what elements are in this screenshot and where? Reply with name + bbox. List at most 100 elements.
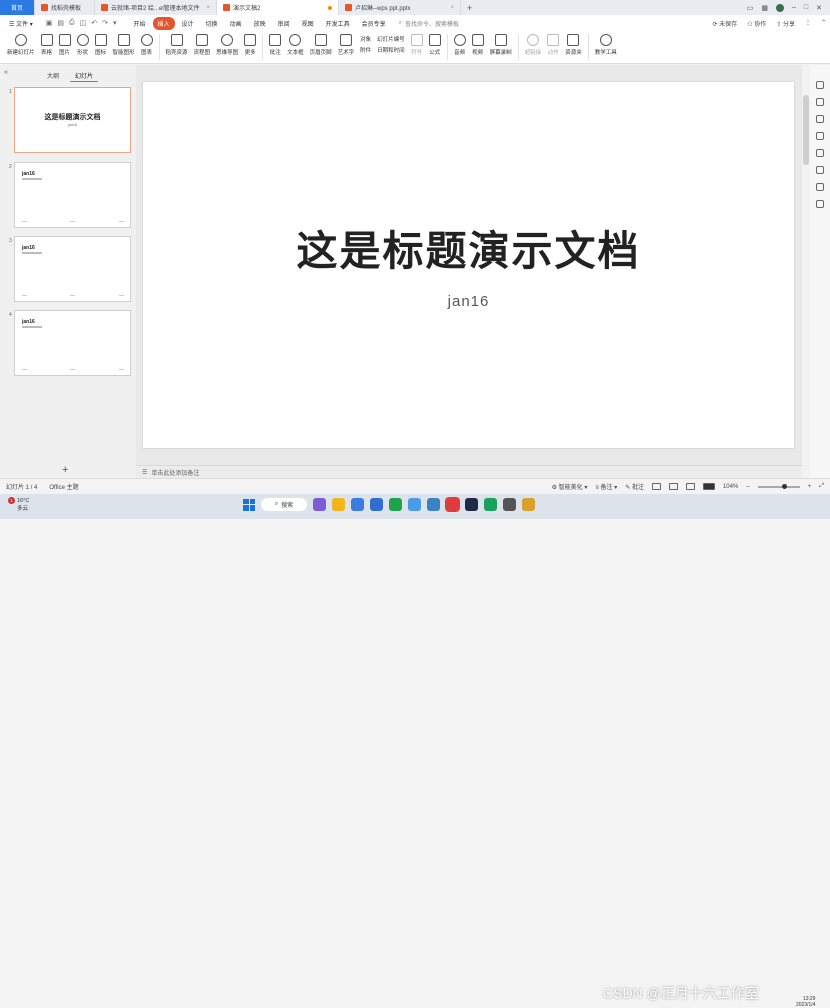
notes-toggle-button[interactable]: ≡ 备注 ▾ bbox=[595, 482, 617, 491]
more-button[interactable]: 更多 bbox=[241, 34, 259, 56]
pin-icon[interactable] bbox=[816, 81, 824, 89]
weather-widget[interactable]: 1 16°C 多云 bbox=[8, 497, 29, 513]
taskbar-app-icon[interactable] bbox=[313, 498, 326, 511]
menu-design[interactable]: 设计 bbox=[177, 17, 199, 30]
slide-thumbnail[interactable]: jan16 bbox=[14, 162, 131, 228]
zoom-out-icon[interactable]: – bbox=[746, 484, 749, 490]
taskbar-search[interactable]: ⌕ 搜索 bbox=[261, 498, 307, 511]
minimize-icon[interactable]: – bbox=[792, 4, 796, 11]
formula-button[interactable]: 公式 bbox=[426, 34, 444, 56]
preview-icon[interactable]: ◫ bbox=[80, 19, 87, 27]
tab-docer-templates[interactable]: 找稻壳模板 bbox=[35, 0, 95, 15]
table-button[interactable]: 表格 bbox=[38, 34, 56, 56]
picture-button[interactable]: 图片 bbox=[56, 34, 74, 56]
fit-window-icon[interactable]: ⤢ bbox=[819, 483, 824, 490]
chart-button[interactable]: 图表 bbox=[138, 34, 156, 56]
more-menu-icon[interactable]: ⋮ bbox=[805, 19, 811, 28]
taskbar-app-icon[interactable] bbox=[408, 498, 421, 511]
taskbar-app-icon[interactable] bbox=[332, 498, 345, 511]
vertical-scrollbar[interactable] bbox=[802, 65, 810, 478]
menu-insert[interactable]: 插入 bbox=[152, 16, 175, 30]
undo-icon[interactable]: ↶ bbox=[91, 19, 97, 27]
shape-button[interactable]: 形状 bbox=[74, 34, 92, 56]
collapse-pane-icon[interactable]: « bbox=[4, 69, 8, 76]
close-window-icon[interactable]: ✕ bbox=[816, 4, 822, 12]
mindmap-button[interactable]: 思维导图 bbox=[213, 34, 241, 56]
menu-transition[interactable]: 切换 bbox=[201, 17, 223, 30]
symbol-button[interactable]: 符号 bbox=[408, 34, 426, 56]
tab-doc-project2[interactable]: 云就绪-项目2 绘...el管理本地文件 × bbox=[95, 0, 217, 15]
export-pdf-icon[interactable]: ▤ bbox=[57, 19, 64, 27]
avatar[interactable] bbox=[775, 3, 784, 12]
smartart-button[interactable]: 智能图形 bbox=[110, 34, 138, 56]
tab-slides[interactable]: 幻灯片 bbox=[70, 70, 99, 82]
zoom-slider-thumb[interactable] bbox=[781, 483, 787, 489]
normal-view-icon[interactable] bbox=[651, 483, 661, 490]
scrollbar-thumb[interactable] bbox=[803, 95, 809, 165]
taskbar-app-icon[interactable] bbox=[370, 498, 383, 511]
textbox-button[interactable]: 文本框 bbox=[284, 34, 307, 56]
flowchart-button[interactable]: 流程图 bbox=[191, 34, 214, 56]
notes-pane[interactable]: ☰ 单击此处添加备注 bbox=[136, 465, 802, 478]
docer-resource-button[interactable]: 稻壳资源 bbox=[163, 34, 191, 56]
reading-view-icon[interactable] bbox=[685, 483, 695, 490]
export-icon[interactable] bbox=[816, 166, 824, 174]
zoom-in-icon[interactable]: + bbox=[808, 484, 812, 490]
layout-icon[interactable]: ▭ bbox=[747, 4, 754, 12]
header-footer-button[interactable]: 页眉页脚 bbox=[307, 34, 335, 56]
taskbar-app-icon[interactable] bbox=[445, 497, 460, 512]
comment-button[interactable]: 批注 bbox=[266, 34, 284, 56]
slide-title[interactable]: 这是标题演示文档 bbox=[143, 217, 794, 277]
slide-thumbnail[interactable]: 这是标题演示文档 jan16 bbox=[14, 87, 131, 153]
print-icon[interactable]: ⎙ bbox=[69, 19, 75, 27]
share-button[interactable]: ⇪ 分享 bbox=[776, 19, 795, 28]
action-button[interactable]: 动作 bbox=[544, 34, 562, 56]
file-menu[interactable]: ☰ 文件 ▾ bbox=[4, 17, 38, 30]
menu-animation[interactable]: 动画 bbox=[225, 17, 247, 30]
tab-wps-ppt[interactable]: 卢招琳--wps ppt.pptx × bbox=[339, 0, 461, 15]
new-tab-button[interactable]: + bbox=[461, 0, 478, 15]
close-icon[interactable]: × bbox=[450, 5, 454, 11]
ribbon-small-button[interactable]: 幻灯片编号 bbox=[377, 35, 405, 43]
slide-thumbnail[interactable]: jan16 bbox=[14, 236, 131, 302]
comments-toggle-button[interactable]: ✎ 批注 bbox=[625, 482, 644, 491]
taskbar-app-icon[interactable] bbox=[427, 498, 440, 511]
command-search[interactable]: ⌕ 查找命令、搜索模板 bbox=[399, 19, 459, 28]
slide-thumbnail[interactable]: jan16 bbox=[14, 310, 131, 376]
resource-folder-button[interactable]: 资源夹 bbox=[562, 34, 585, 56]
current-slide[interactable]: 这是标题演示文档 jan16 bbox=[143, 82, 794, 448]
taskbar-app-icon[interactable] bbox=[503, 498, 516, 511]
taskbar-app-icon[interactable] bbox=[465, 498, 478, 511]
icon-button[interactable]: 图标 bbox=[92, 34, 110, 56]
chevron-down-icon[interactable]: ▾ bbox=[113, 19, 117, 27]
play-slideshow-icon[interactable] bbox=[702, 483, 715, 490]
unsaved-button[interactable]: ⟳ 未保存 bbox=[712, 19, 737, 28]
new-slide-button[interactable]: 新建幻灯片 bbox=[4, 34, 38, 56]
taskbar-app-icon[interactable] bbox=[351, 498, 364, 511]
taskbar-app-icon[interactable] bbox=[484, 498, 497, 511]
add-slide-button[interactable]: + bbox=[62, 464, 68, 476]
taskbar-app-icon[interactable] bbox=[389, 498, 402, 511]
close-icon[interactable]: × bbox=[206, 5, 210, 11]
maximize-icon[interactable]: □ bbox=[804, 4, 808, 11]
tab-home[interactable]: 首页 bbox=[0, 0, 35, 15]
menu-member[interactable]: 会员专享 bbox=[357, 17, 391, 30]
hyperlink-button[interactable]: 超链接 bbox=[522, 34, 545, 56]
wordart-button[interactable]: 艺术字 bbox=[335, 34, 358, 56]
menu-developer[interactable]: 开发工具 bbox=[321, 17, 355, 30]
sliders-icon[interactable] bbox=[816, 98, 824, 106]
screen-record-button[interactable]: 屏幕录制 bbox=[487, 34, 515, 56]
ribbon-small-button[interactable]: 对象 bbox=[360, 35, 371, 43]
menu-view[interactable]: 视图 bbox=[297, 17, 319, 30]
tab-presentation2[interactable]: 演示文稿2 bbox=[217, 0, 339, 15]
collab-button[interactable]: ⚇ 协作 bbox=[747, 19, 766, 28]
smart-beautify-button[interactable]: ⚙ 智能美化 ▾ bbox=[552, 482, 588, 491]
system-clock[interactable]: 13:29 2023/1/4 bbox=[796, 996, 815, 1008]
menu-slideshow[interactable]: 放映 bbox=[249, 17, 271, 30]
tab-outline[interactable]: 大纲 bbox=[42, 70, 64, 82]
chevron-up-icon[interactable]: ⌃ bbox=[821, 19, 826, 28]
video-button[interactable]: 视频 bbox=[469, 34, 487, 56]
audio-button[interactable]: 音频 bbox=[451, 34, 469, 56]
menu-start[interactable]: 开始 bbox=[129, 17, 151, 30]
more-tools-icon[interactable] bbox=[816, 200, 824, 208]
